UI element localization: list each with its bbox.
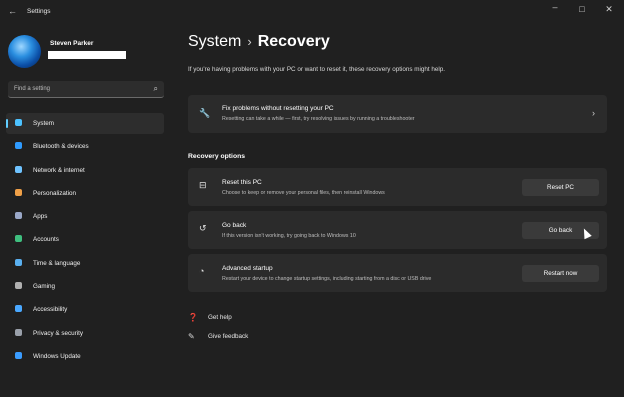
sidebar-item-time-language[interactable]: Time & language xyxy=(6,253,164,274)
reset-pc-title: Reset this PC xyxy=(222,179,262,186)
sidebar-item-label: Time & language xyxy=(33,259,81,267)
wifi-icon xyxy=(15,165,22,173)
sidebar-item-label: System xyxy=(33,120,54,127)
sidebar-item-accessibility[interactable]: Accessibility xyxy=(6,299,164,320)
person-icon xyxy=(15,235,22,243)
sidebar-item-gaming[interactable]: Gaming xyxy=(6,276,164,297)
advanced-startup-title: Advanced startup xyxy=(222,265,273,272)
title-bar: ← Settings – □ ✕ xyxy=(0,0,624,24)
gamepad-icon xyxy=(15,282,22,290)
accessibility-icon xyxy=(15,305,22,313)
fix-problems-desc: Resetting can take a while — first, try … xyxy=(222,116,415,122)
sidebar-item-label: Network & internet xyxy=(33,166,85,174)
go-back-desc: If this version isn't working, try going… xyxy=(222,233,356,239)
reset-pc-icon: ⊟ xyxy=(199,180,207,190)
update-icon xyxy=(15,351,22,359)
fix-problems-card[interactable]: 🔧 Fix problems without resetting your PC… xyxy=(188,95,607,133)
sidebar-item-label: Apps xyxy=(33,213,48,221)
user-email-redacted xyxy=(48,51,126,59)
reset-pc-card: ⊟ Reset this PC Choose to keep or remove… xyxy=(188,168,607,206)
breadcrumb-separator: › xyxy=(247,34,252,49)
sidebar-item-label: Accounts xyxy=(33,236,59,244)
breadcrumb-system[interactable]: System xyxy=(188,33,241,50)
minimize-button[interactable]: – xyxy=(548,2,562,12)
search-input[interactable]: Find a setting ⌕ xyxy=(8,81,164,98)
go-back-card: ↺ Go back If this version isn't working,… xyxy=(188,211,607,249)
sidebar-item-label: Accessibility xyxy=(33,306,68,314)
advanced-startup-icon: ◔ xyxy=(199,266,205,276)
close-button[interactable]: ✕ xyxy=(602,4,616,15)
sidebar-item-bluetooth-devices[interactable]: Bluetooth & devices xyxy=(6,136,164,157)
sidebar-item-label: Bluetooth & devices xyxy=(33,143,89,151)
sidebar-item-label: Gaming xyxy=(33,283,56,291)
restart-now-button[interactable]: Restart now xyxy=(522,265,599,282)
avatar[interactable] xyxy=(8,35,41,68)
sidebar-item-windows-update[interactable]: Windows Update xyxy=(6,346,164,367)
sidebar-item-system[interactable]: System xyxy=(6,113,164,134)
chevron-right-icon: › xyxy=(592,108,595,118)
brush-icon xyxy=(15,188,22,196)
shield-icon xyxy=(15,328,22,336)
go-back-title: Go back xyxy=(222,222,247,229)
advanced-startup-desc: Restart your device to change startup se… xyxy=(222,276,432,282)
history-icon: ↺ xyxy=(199,223,207,233)
fix-problems-title: Fix problems without resetting your PC xyxy=(222,105,334,112)
back-arrow-icon[interactable]: ← xyxy=(8,6,17,16)
sidebar-item-personalization[interactable]: Personalization xyxy=(6,183,164,204)
user-name: Steven Parker xyxy=(50,40,94,47)
wrench-icon: 🔧 xyxy=(199,108,211,118)
feedback-icon: ✎ xyxy=(188,332,195,341)
search-icon[interactable]: ⌕ xyxy=(154,84,158,94)
sidebar-item-privacy-security[interactable]: Privacy & security xyxy=(6,323,164,344)
advanced-startup-card: ◔ Advanced startup Restart your device t… xyxy=(188,254,607,292)
apps-icon xyxy=(15,212,22,220)
help-icon: ❓ xyxy=(188,313,198,322)
sidebar-item-label: Personalization xyxy=(33,189,77,197)
reset-pc-desc: Choose to keep or remove your personal f… xyxy=(222,190,385,196)
app-title: Settings xyxy=(27,8,51,15)
reset-pc-button[interactable]: Reset PC xyxy=(522,179,599,196)
sidebar-item-network-internet[interactable]: Network & internet xyxy=(6,160,164,181)
sidebar-item-label: Windows Update xyxy=(33,352,81,360)
sidebar-item-accounts[interactable]: Accounts xyxy=(6,229,164,250)
get-help-label: Get help xyxy=(208,314,232,321)
bluetooth-icon xyxy=(15,142,22,150)
intro-text: If you're having problems with your PC o… xyxy=(188,66,446,73)
recovery-options-heading: Recovery options xyxy=(188,153,246,160)
globe-icon xyxy=(15,258,22,266)
sidebar-item-label: Privacy & security xyxy=(33,329,84,337)
sidebar-item-apps[interactable]: Apps xyxy=(6,206,164,227)
sidebar-nav: System Bluetooth & devices Network & inter… xyxy=(6,113,164,369)
give-feedback-label: Give feedback xyxy=(208,333,249,340)
breadcrumb-recovery: Recovery xyxy=(257,33,330,50)
search-placeholder: Find a setting xyxy=(14,86,51,92)
system-icon xyxy=(15,119,22,126)
maximize-button[interactable]: □ xyxy=(575,4,589,14)
page-title: System › Recovery xyxy=(188,33,330,51)
